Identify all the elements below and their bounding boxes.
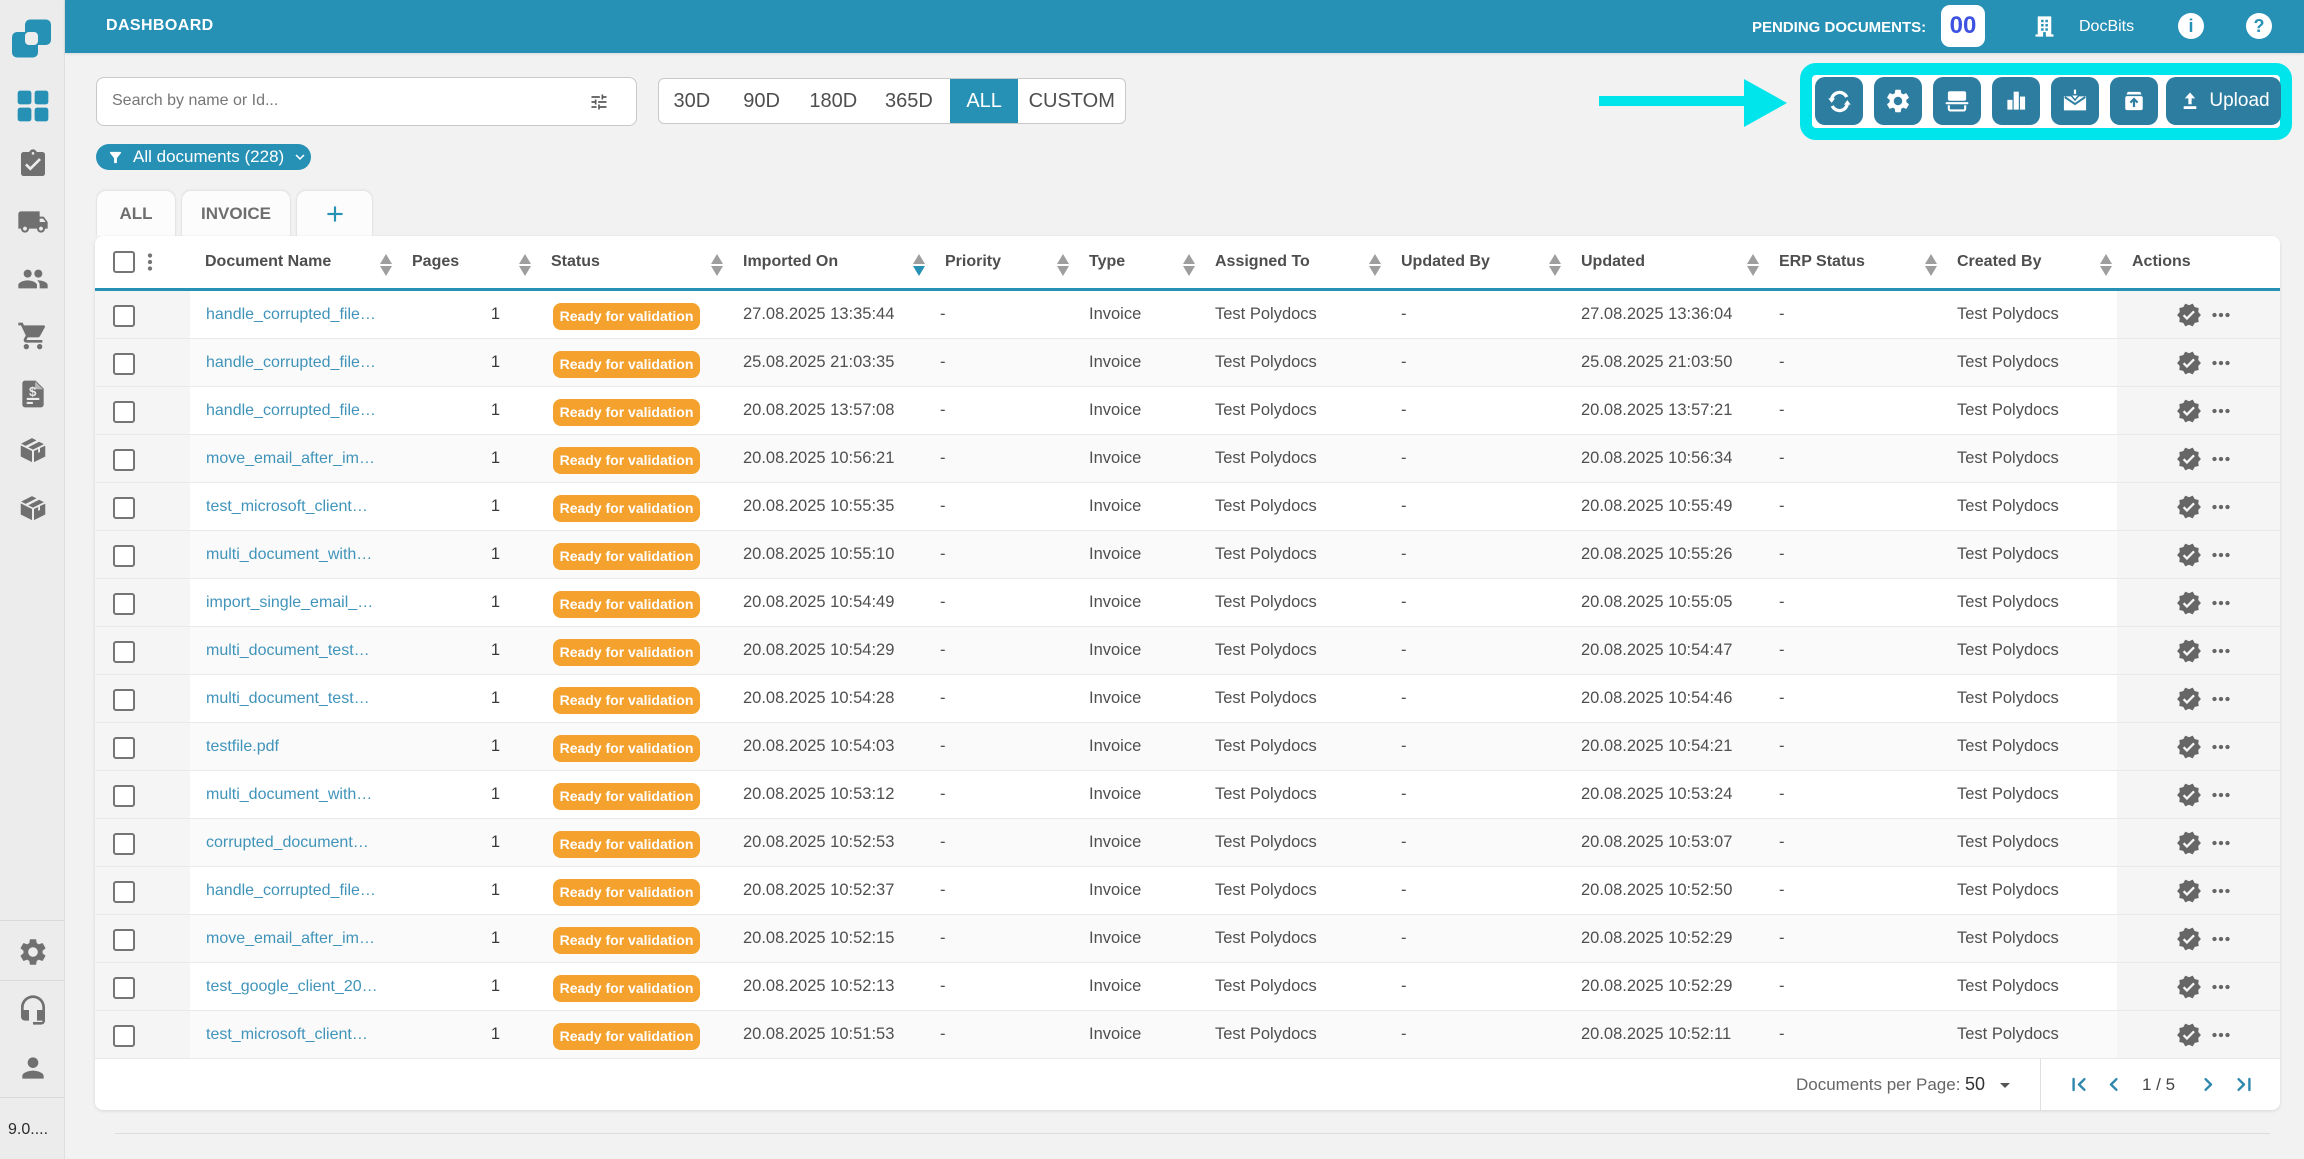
svg-text:$: $ xyxy=(29,384,37,399)
